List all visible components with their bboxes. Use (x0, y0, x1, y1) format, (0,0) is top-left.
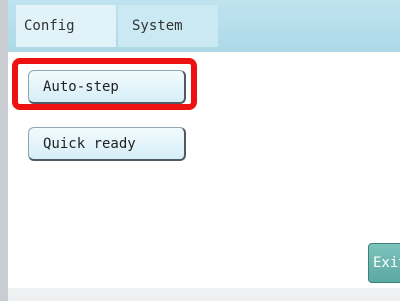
tab-system[interactable]: System (118, 5, 218, 47)
footer-bar (8, 288, 400, 301)
auto-step-button[interactable]: Auto-step (28, 70, 186, 104)
exit-button[interactable]: Exit (368, 243, 400, 283)
screen: Config System Auto-step Quick ready Exit (0, 0, 400, 301)
left-border (0, 0, 8, 301)
tab-bar: Config System (8, 0, 400, 52)
quick-ready-button[interactable]: Quick ready (28, 127, 186, 161)
tab-config[interactable]: Config (16, 5, 116, 47)
